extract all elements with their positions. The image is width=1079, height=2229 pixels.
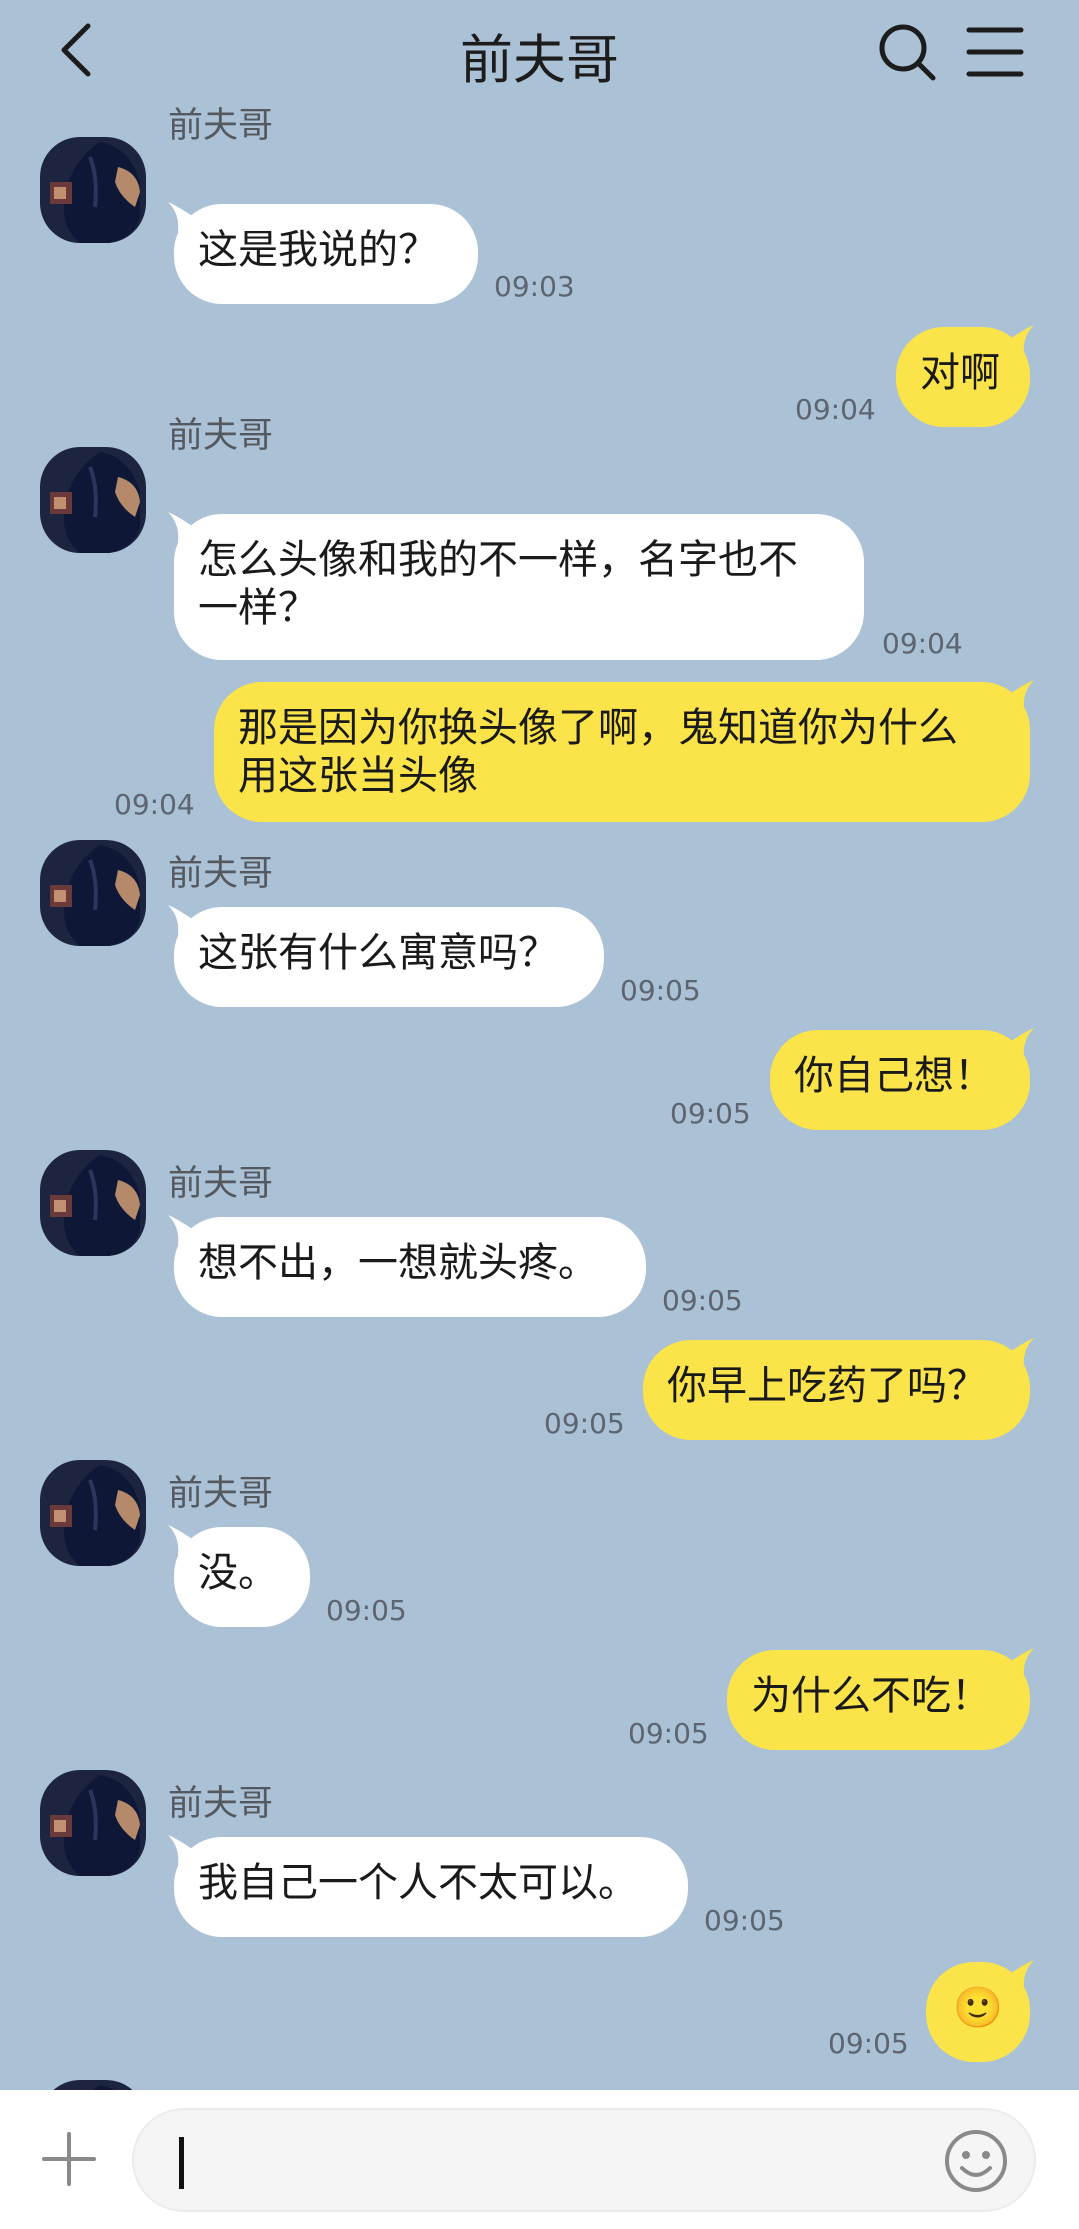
message-time: 09:05 bbox=[670, 1097, 751, 1130]
bubble-tail bbox=[1004, 1960, 1034, 1990]
outgoing-message-bubble[interactable]: 为什么不吃！ bbox=[727, 1650, 1030, 1750]
message-text: 没。 bbox=[198, 1550, 278, 1596]
menu-button[interactable] bbox=[965, 24, 1025, 80]
message-text: 为什么不吃！ bbox=[751, 1673, 991, 1719]
emoji-button[interactable] bbox=[943, 2128, 1009, 2194]
message-text-line: 一样？ bbox=[198, 585, 318, 631]
outgoing-message-bubble[interactable]: 你早上吃药了吗？ bbox=[643, 1340, 1030, 1440]
avatar-image bbox=[40, 2080, 146, 2090]
bubble-tail bbox=[1004, 1338, 1034, 1368]
message-time: 09:05 bbox=[828, 2027, 909, 2060]
chat-header: 前夫哥 bbox=[0, 0, 1079, 115]
sender-name: 前夫哥 bbox=[168, 1164, 274, 1204]
incoming-message-bubble[interactable]: 我自己一个人不太可以。 bbox=[174, 1837, 688, 1937]
message-text: 你早上吃药了吗？ bbox=[667, 1363, 987, 1409]
sender-name: 前夫哥 bbox=[168, 1784, 274, 1824]
incoming-message-bubble[interactable]: 想不出，一想就头疼。 bbox=[174, 1217, 646, 1317]
avatar-image bbox=[40, 1150, 146, 1256]
contact-avatar[interactable] bbox=[40, 1150, 146, 1256]
search-icon bbox=[879, 24, 936, 81]
avatar-image bbox=[40, 840, 146, 946]
incoming-message-bubble[interactable]: 怎么头像和我的不一样，名字也不 一样？ bbox=[174, 514, 864, 660]
message-text: 我自己一个人不太可以。 bbox=[198, 1860, 638, 1906]
message-text: 想不出，一想就头疼。 bbox=[198, 1240, 598, 1286]
message-time: 09:05 bbox=[704, 1904, 785, 1937]
message-time: 09:05 bbox=[662, 1284, 743, 1317]
message-time: 09:04 bbox=[882, 627, 963, 660]
incoming-message-bubble[interactable]: 这是我说的？ bbox=[174, 204, 478, 304]
message-text: 对啊 bbox=[920, 350, 1000, 396]
message-time: 09:04 bbox=[114, 788, 195, 821]
message-time: 09:05 bbox=[544, 1407, 625, 1440]
plus-icon bbox=[42, 2132, 96, 2186]
bubble-tail bbox=[1004, 680, 1034, 710]
message-time: 09:05 bbox=[628, 1717, 709, 1750]
message-text-line: 怎么头像和我的不一样，名字也不 bbox=[198, 537, 798, 583]
message-time: 09:04 bbox=[795, 393, 876, 426]
message-text: 你自己想！ bbox=[794, 1053, 994, 1099]
incoming-message-bubble[interactable]: 这张有什么寓意吗？ bbox=[174, 907, 604, 1007]
bubble-tail bbox=[1004, 325, 1034, 355]
sender-name: 前夫哥 bbox=[168, 854, 274, 894]
attach-button[interactable] bbox=[40, 2130, 98, 2188]
contact-avatar[interactable] bbox=[40, 840, 146, 946]
avatar-image bbox=[40, 137, 146, 243]
emoji-smiley-icon bbox=[945, 2130, 1007, 2192]
sender-name: 前夫哥 bbox=[168, 416, 274, 456]
hamburger-menu-icon bbox=[966, 27, 1024, 77]
message-time: 09:05 bbox=[326, 1594, 407, 1627]
avatar-image bbox=[40, 1770, 146, 1876]
emoji-smile-icon: 🙂 bbox=[953, 1985, 1003, 2031]
message-text: 这张有什么寓意吗？ bbox=[198, 930, 558, 976]
avatar-image bbox=[40, 1460, 146, 1566]
bubble-tail bbox=[1004, 1028, 1034, 1058]
avatar-image bbox=[40, 447, 146, 553]
contact-avatar[interactable] bbox=[40, 447, 146, 553]
chat-message-list[interactable]: 前夫哥 这是我说的？ 09:03 09:04 对啊 前夫哥 怎么头像和我的不一样… bbox=[0, 0, 1079, 2090]
message-text: 这是我说的？ bbox=[198, 227, 438, 273]
contact-avatar[interactable] bbox=[40, 2080, 146, 2090]
outgoing-message-bubble[interactable]: 那是因为你换头像了啊，鬼知道你为什么 用这张当头像 bbox=[214, 682, 1030, 822]
contact-avatar[interactable] bbox=[40, 1770, 146, 1876]
text-caret bbox=[179, 2137, 184, 2189]
contact-avatar[interactable] bbox=[40, 1460, 146, 1566]
contact-avatar[interactable] bbox=[40, 137, 146, 243]
message-input-bar bbox=[0, 2090, 1079, 2229]
message-time: 09:03 bbox=[494, 270, 575, 303]
message-input[interactable] bbox=[132, 2108, 1036, 2212]
outgoing-message-bubble[interactable]: 你自己想！ bbox=[770, 1030, 1030, 1130]
incoming-message-bubble[interactable]: 没。 bbox=[174, 1527, 310, 1627]
message-text-line: 那是因为你换头像了啊，鬼知道你为什么 bbox=[238, 705, 958, 751]
message-text-line: 用这张当头像 bbox=[238, 753, 478, 799]
sender-name: 前夫哥 bbox=[168, 1474, 274, 1514]
bubble-tail bbox=[1004, 1648, 1034, 1678]
message-time: 09:05 bbox=[620, 974, 701, 1007]
search-button[interactable] bbox=[875, 20, 939, 84]
